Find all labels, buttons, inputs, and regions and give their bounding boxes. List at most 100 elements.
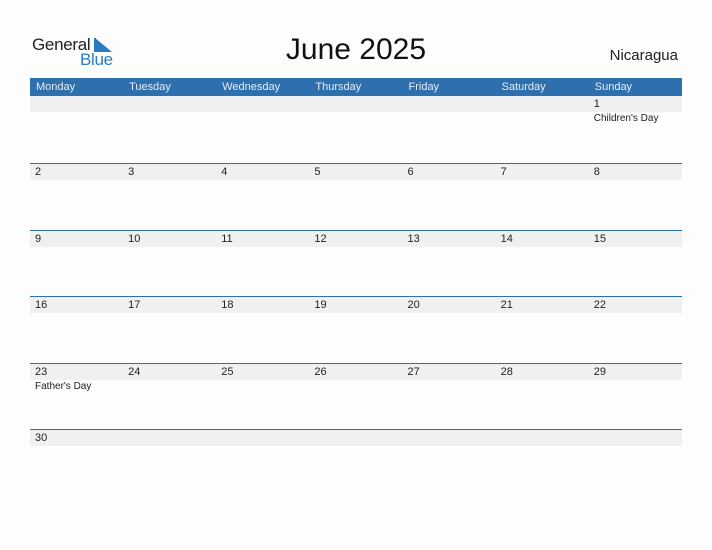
day-cell[interactable]: 1 Children's Day: [589, 96, 682, 124]
day-cell[interactable]: 28: [496, 364, 589, 392]
day-number: [314, 430, 402, 446]
day-cell[interactable]: 15: [589, 231, 682, 248]
day-number: [128, 430, 216, 446]
day-cell[interactable]: 21: [496, 297, 589, 314]
day-cell[interactable]: 10: [123, 231, 216, 248]
day-number: 19: [314, 299, 327, 312]
weekday-sunday: Sunday: [594, 81, 633, 93]
day-number: [221, 96, 309, 112]
weekday-monday: Monday: [36, 81, 76, 93]
day-number: 13: [407, 232, 420, 245]
day-number: 26: [314, 365, 327, 378]
day-number: [128, 96, 216, 112]
day-cell[interactable]: 24: [123, 364, 216, 392]
week-row: 16 17 18 19 20 21 22: [30, 296, 682, 363]
day-number: 15: [593, 232, 606, 245]
weekday-tuesday: Tuesday: [129, 81, 171, 93]
day-cell[interactable]: 14: [496, 231, 589, 248]
day-cell[interactable]: [309, 430, 402, 447]
day-cell[interactable]: 26: [309, 364, 402, 392]
day-cell[interactable]: 8: [589, 164, 682, 181]
holiday-label: Father's Day: [35, 380, 92, 392]
day-cell[interactable]: 4: [216, 164, 309, 181]
day-number: [35, 96, 123, 112]
day-number: 25: [221, 365, 234, 378]
day-cell[interactable]: 18: [216, 297, 309, 314]
day-number: 5: [314, 166, 321, 178]
day-cell[interactable]: 16: [30, 297, 123, 314]
week-row: 2 3 4 5 6 7 8: [30, 163, 682, 230]
day-number: 9: [35, 232, 42, 245]
day-cell[interactable]: [589, 430, 682, 447]
week-cells: 16 17 18 19 20 21 22: [30, 297, 682, 314]
day-cell[interactable]: [30, 96, 123, 124]
day-cell[interactable]: [123, 96, 216, 124]
week-cells: 2 3 4 5 6 7 8: [30, 164, 682, 181]
day-cell[interactable]: 6: [403, 164, 496, 181]
week-row: 9 10 11 12 13 14 15: [30, 229, 682, 297]
day-number: 10: [128, 232, 141, 245]
holiday-label: Children's Day: [593, 113, 659, 124]
day-cell[interactable]: 3: [123, 164, 216, 181]
day-number: 4: [221, 166, 228, 178]
day-cell[interactable]: [403, 430, 496, 447]
day-cell[interactable]: 27: [403, 364, 496, 392]
day-number: 21: [500, 299, 513, 312]
day-number: [501, 96, 589, 112]
week-cells: 9 10 11 12 13 14 15: [30, 231, 682, 248]
day-number: 23: [35, 365, 48, 378]
day-cell[interactable]: 2: [30, 164, 123, 181]
day-number: 12: [314, 232, 327, 245]
day-number: 2: [35, 166, 42, 178]
day-number: [221, 430, 309, 446]
weekday-friday: Friday: [408, 81, 440, 93]
day-cell[interactable]: 25: [216, 364, 309, 392]
week-cells: 23 Father's Day 24 25 26 27 28 29: [30, 364, 682, 392]
calendar-title: June 2025: [285, 33, 427, 66]
day-cell[interactable]: 20: [403, 297, 496, 314]
day-number: 30: [35, 432, 48, 445]
week-cells: 1 Children's Day: [30, 96, 682, 124]
day-cell[interactable]: [123, 430, 216, 447]
day-cell[interactable]: 22: [589, 297, 682, 314]
day-cell[interactable]: 19: [309, 297, 402, 314]
day-cell[interactable]: 13: [403, 231, 496, 248]
day-number: [408, 430, 496, 446]
day-cell[interactable]: [496, 96, 589, 124]
day-cell[interactable]: [496, 430, 589, 447]
day-cell[interactable]: 30: [30, 430, 123, 447]
weeks-container: 1 Children's Day 2 3 4 5 6 7 8 9 10 11 12 13 14 15 16 17 1…: [30, 96, 682, 496]
day-cell[interactable]: 9: [30, 231, 123, 248]
weekday-header: Monday Tuesday Wednesday Thursday Friday…: [30, 78, 682, 96]
day-number: 24: [128, 365, 141, 378]
day-number: 14: [500, 232, 513, 245]
country-label: Nicaragua: [609, 47, 678, 64]
day-number: 1: [593, 98, 600, 110]
day-cell[interactable]: 11: [216, 231, 309, 248]
weekday-thursday: Thursday: [315, 81, 362, 93]
day-cell[interactable]: [403, 96, 496, 124]
day-cell[interactable]: 5: [309, 164, 402, 181]
day-number: 17: [128, 299, 141, 312]
day-number: 29: [593, 365, 606, 378]
day-number: 3: [128, 166, 135, 178]
day-cell[interactable]: 23 Father's Day: [30, 364, 123, 392]
day-number: 28: [500, 365, 513, 378]
day-number: 6: [407, 166, 414, 178]
day-number: [314, 96, 402, 112]
day-cell[interactable]: [309, 96, 402, 124]
weekday-saturday: Saturday: [501, 81, 546, 93]
day-cell[interactable]: 7: [496, 164, 589, 181]
day-number: 7: [500, 166, 507, 178]
day-number: [408, 96, 496, 112]
day-cell[interactable]: [216, 430, 309, 447]
day-number: [594, 430, 682, 446]
calendar-grid: Monday Tuesday Wednesday Thursday Friday…: [30, 78, 682, 496]
day-number: 16: [35, 299, 48, 312]
day-number: [501, 430, 589, 446]
day-cell[interactable]: 29: [589, 364, 682, 392]
day-cell[interactable]: 12: [309, 231, 402, 248]
week-row: 1 Children's Day: [30, 96, 682, 163]
day-cell[interactable]: 17: [123, 297, 216, 314]
day-cell[interactable]: [216, 96, 309, 124]
